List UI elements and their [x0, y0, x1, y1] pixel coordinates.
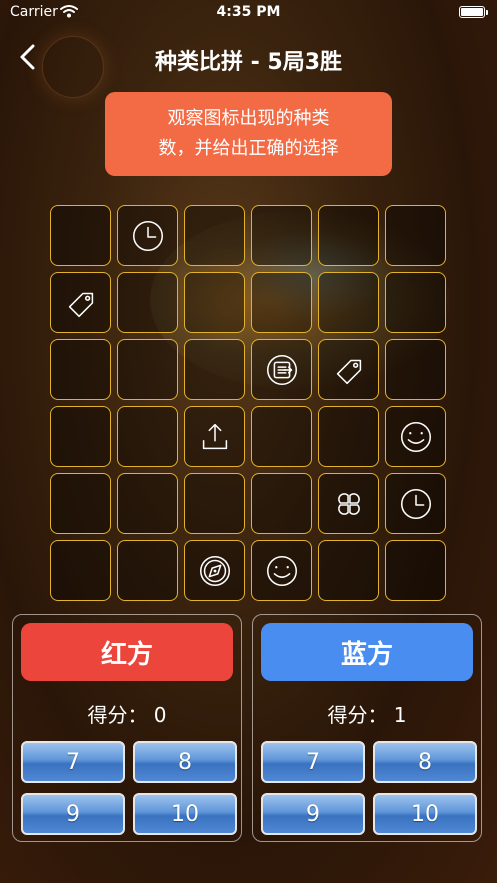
share-icon — [202, 423, 227, 449]
tag-icon — [68, 292, 93, 317]
tag-icon — [336, 359, 361, 384]
compass-icon — [199, 555, 230, 586]
grid-cell — [385, 473, 446, 534]
red-team-label: 红方 — [21, 623, 233, 681]
smile-icon — [400, 421, 431, 452]
page-title: 种类比拼 - 5局3胜 — [154, 50, 343, 75]
hint-line-1: 观察图标出现的种类 — [167, 108, 330, 129]
grid-cell — [50, 540, 111, 601]
smile-icon — [266, 555, 297, 586]
clock-icon — [132, 220, 163, 251]
grid-cell — [184, 272, 245, 333]
grid-cell — [385, 540, 446, 601]
battery-icon — [459, 6, 488, 18]
grid-cell — [50, 272, 111, 333]
grid-cell — [385, 339, 446, 400]
grid-cell — [184, 406, 245, 467]
grid-cell — [184, 540, 245, 601]
grid-cell — [318, 272, 379, 333]
grid-cell — [117, 339, 178, 400]
grid-cell — [251, 272, 312, 333]
grid-cell — [385, 406, 446, 467]
grid-cell — [385, 205, 446, 266]
grid-cell — [318, 473, 379, 534]
grid-cell — [50, 406, 111, 467]
grid-cell — [251, 540, 312, 601]
grid-cell — [117, 205, 178, 266]
blue-team-score: 得分： 1 — [327, 703, 407, 727]
blue-option-button[interactable]: 9 — [261, 793, 365, 835]
exit-icon — [266, 354, 297, 385]
red-option-button[interactable]: 9 — [21, 793, 125, 835]
red-team-panel: 红方 得分： 0 7 8 9 10 — [12, 614, 242, 842]
hint-line-2: 数，并给出正确的选择 — [158, 138, 339, 159]
red-team-score: 得分： 0 — [87, 703, 167, 727]
grid-cell — [50, 339, 111, 400]
grid-cell — [251, 205, 312, 266]
blue-option-button[interactable]: 8 — [373, 741, 477, 783]
blue-team-label: 蓝方 — [261, 623, 473, 681]
grid-cell — [318, 205, 379, 266]
blue-team-panel: 蓝方 得分： 1 7 8 9 10 — [252, 614, 482, 842]
red-option-button[interactable]: 7 — [21, 741, 125, 783]
grid-cell — [117, 272, 178, 333]
status-time: 4:35 PM — [216, 4, 281, 20]
grid-cell — [184, 339, 245, 400]
clover-icon — [337, 492, 360, 515]
grid-cell — [251, 406, 312, 467]
blue-option-button[interactable]: 10 — [373, 793, 477, 835]
grid-cell — [184, 473, 245, 534]
blue-option-button[interactable]: 7 — [261, 741, 365, 783]
red-option-button[interactable]: 10 — [133, 793, 237, 835]
grid-cell — [117, 540, 178, 601]
grid-cell — [251, 339, 312, 400]
grid-cell — [385, 272, 446, 333]
clock-icon — [400, 488, 431, 519]
grid-cell — [117, 406, 178, 467]
hint-box: 观察图标出现的种类 数，并给出正确的选择 — [105, 92, 392, 176]
grid-cell — [184, 205, 245, 266]
grid-cell — [318, 339, 379, 400]
grid-cell — [50, 205, 111, 266]
grid-cell — [318, 540, 379, 601]
grid-cell — [251, 473, 312, 534]
grid-cell — [318, 406, 379, 467]
grid-cell — [50, 473, 111, 534]
icon-grid — [50, 205, 446, 601]
red-option-button[interactable]: 8 — [133, 741, 237, 783]
status-bar: Carrier 4:35 PM — [0, 0, 497, 26]
grid-cell — [117, 473, 178, 534]
